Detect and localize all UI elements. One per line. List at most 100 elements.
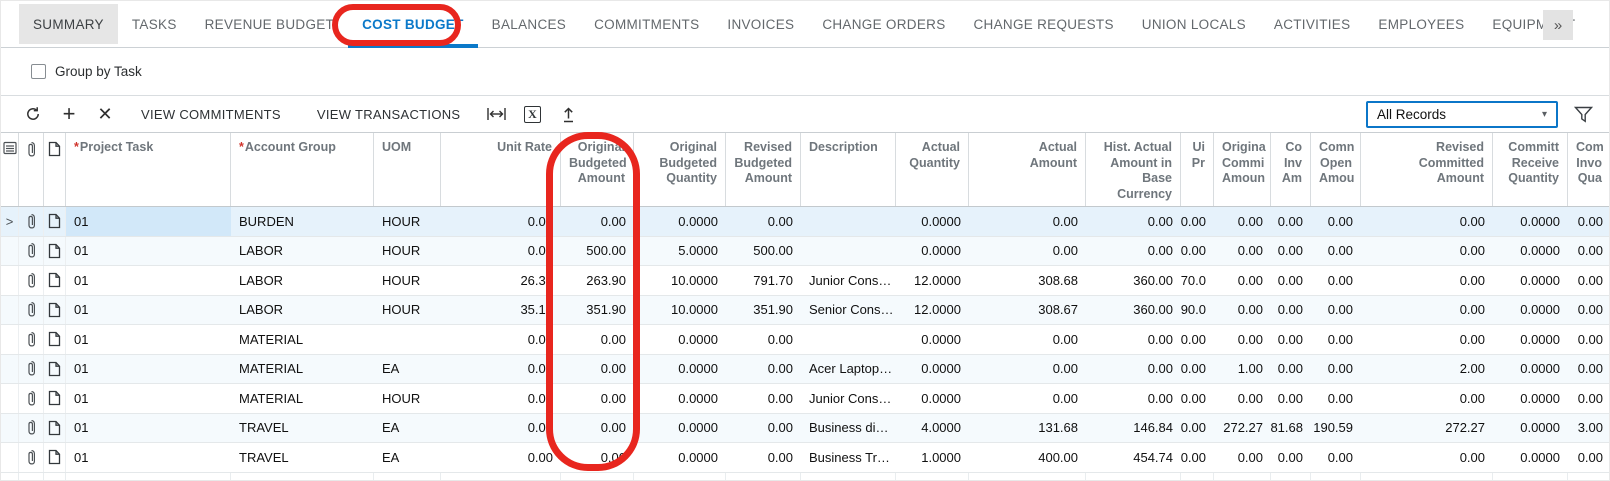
- cell-hist_actual[interactable]: 0.00: [1086, 237, 1181, 266]
- cell-comm_invoiced_amt[interactable]: 0.00: [1271, 443, 1311, 472]
- cell-rev_committed[interactable]: 0.00: [1361, 384, 1493, 413]
- cell-rev_budg_amount[interactable]: 0.00: [726, 414, 801, 443]
- cell-comm_invoiced_qty[interactable]: 0.00: [1568, 266, 1610, 295]
- cell-uom[interactable]: EA: [374, 414, 441, 443]
- cell-comm_invoiced_amt[interactable]: 0.00: [1271, 237, 1311, 266]
- cell-hist_actual[interactable]: 454.74: [1086, 443, 1181, 472]
- cell-orig_committed[interactable]: 0.00: [1214, 443, 1271, 472]
- cell-orig_budg_qty[interactable]: 0.0000: [634, 443, 726, 472]
- cell-orig_budg_amount[interactable]: 263.90: [561, 266, 634, 295]
- row-attachment-button[interactable]: [19, 443, 44, 472]
- cell-comm_invoiced_qty[interactable]: 0.00: [1568, 443, 1610, 472]
- cell-description[interactable]: Business di…: [801, 414, 896, 443]
- row-attachment-button[interactable]: [19, 414, 44, 443]
- cell-comm_invoiced_qty[interactable]: 0.00: [1568, 207, 1610, 236]
- tab-commitments[interactable]: COMMITMENTS: [580, 4, 713, 44]
- cell-orig_budg_qty[interactable]: 0.0000: [634, 414, 726, 443]
- row-selector-gutter[interactable]: [1, 325, 19, 354]
- cell-account_group[interactable]: MATERIAL: [231, 384, 374, 413]
- column-header-project_task[interactable]: *Project Task: [66, 133, 231, 206]
- cell-actual_amount[interactable]: 131.68: [969, 414, 1086, 443]
- records-filter-select[interactable]: All Records ▾: [1366, 101, 1558, 128]
- cell-orig_budg_amount[interactable]: 0.00: [561, 443, 634, 472]
- cell-comm_received_qty[interactable]: 0.0000: [1493, 384, 1568, 413]
- column-header-comm_invoiced_amt[interactable]: Co Inv Am: [1271, 133, 1311, 206]
- tab-revenue-budget[interactable]: REVENUE BUDGET: [191, 4, 348, 44]
- cell-unit_price[interactable]: 0.00: [1181, 384, 1214, 413]
- cell-rev_committed[interactable]: 2.00: [1361, 355, 1493, 384]
- cell-account_group[interactable]: MATERIAL: [231, 355, 374, 384]
- row-note-button[interactable]: [44, 355, 66, 384]
- cell-comm_received_qty[interactable]: 0.0000: [1493, 443, 1568, 472]
- cell-rev_budg_amount[interactable]: 0.00: [726, 207, 801, 236]
- cell-orig_budg_qty[interactable]: 0.0000: [634, 325, 726, 354]
- cell-unit_rate[interactable]: 0.00: [441, 237, 561, 266]
- cell-unit_rate[interactable]: 26.39: [441, 266, 561, 295]
- cell-rev_committed[interactable]: 0.00: [1361, 325, 1493, 354]
- row-selector-gutter[interactable]: [1, 443, 19, 472]
- cell-actual_qty[interactable]: 1.0000: [896, 443, 969, 472]
- cell-orig_committed[interactable]: 0.00: [1214, 266, 1271, 295]
- cell-orig_budg_amount[interactable]: 351.90: [561, 296, 634, 325]
- cell-comm_invoiced_amt[interactable]: 0.00: [1271, 266, 1311, 295]
- row-note-button[interactable]: [44, 414, 66, 443]
- cell-rev_committed[interactable]: 0.00: [1361, 266, 1493, 295]
- tab-union-locals[interactable]: UNION LOCALS: [1128, 4, 1260, 44]
- cell-orig_committed[interactable]: 272.27: [1214, 414, 1271, 443]
- cell-comm_open_amount[interactable]: 190.59: [1311, 414, 1361, 443]
- cell-actual_qty[interactable]: 12.0000: [896, 296, 969, 325]
- cell-account_group[interactable]: MATERIAL: [231, 325, 374, 354]
- cell-actual_qty[interactable]: 0.0000: [896, 207, 969, 236]
- cell-orig_budg_qty[interactable]: 10.0000: [634, 266, 726, 295]
- cell-rev_budg_amount[interactable]: 0.00: [726, 384, 801, 413]
- cell-unit_rate[interactable]: 0.00: [441, 355, 561, 384]
- column-header-description[interactable]: Description: [801, 133, 896, 206]
- column-header-hist_actual[interactable]: Hist. Actual Amount in Base Currency: [1086, 133, 1181, 206]
- cell-actual_qty[interactable]: 12.0000: [896, 266, 969, 295]
- cell-unit_rate[interactable]: 0.00: [441, 384, 561, 413]
- column-header-actual_amount[interactable]: Actual Amount: [969, 133, 1086, 206]
- cell-actual_amount[interactable]: 308.67: [969, 296, 1086, 325]
- cell-comm_invoiced_amt[interactable]: 0.00: [1271, 325, 1311, 354]
- cell-comm_received_qty[interactable]: 0.0000: [1493, 296, 1568, 325]
- cell-comm_invoiced_qty[interactable]: 3.00: [1568, 414, 1610, 443]
- cell-unit_price[interactable]: 0.00: [1181, 443, 1214, 472]
- row-note-button[interactable]: [44, 384, 66, 413]
- cell-description[interactable]: Junior Cons…: [801, 266, 896, 295]
- cell-comm_invoiced_qty[interactable]: 0.00: [1568, 355, 1610, 384]
- cell-actual_amount[interactable]: 400.00: [969, 443, 1086, 472]
- cell-rev_committed[interactable]: 0.00: [1361, 443, 1493, 472]
- row-attachment-button[interactable]: [19, 207, 44, 236]
- cell-project_task[interactable]: 01: [66, 355, 231, 384]
- cell-orig_budg_amount[interactable]: 0.00: [561, 355, 634, 384]
- cell-unit_rate[interactable]: 0.00: [441, 325, 561, 354]
- column-header-uom[interactable]: UOM: [374, 133, 441, 206]
- cell-account_group[interactable]: LABOR: [231, 296, 374, 325]
- cell-orig_budg_amount[interactable]: 0.00: [561, 325, 634, 354]
- cell-comm_received_qty[interactable]: 0.0000: [1493, 207, 1568, 236]
- cell-actual_amount[interactable]: 308.68: [969, 266, 1086, 295]
- cell-unit_price[interactable]: 0.00: [1181, 355, 1214, 384]
- column-header-orig_committed[interactable]: Origina Commi Amoun: [1214, 133, 1271, 206]
- cell-comm_invoiced_amt[interactable]: 0.00: [1271, 384, 1311, 413]
- cell-comm_invoiced_amt[interactable]: 0.00: [1271, 207, 1311, 236]
- cell-description[interactable]: Junior Cons…: [801, 384, 896, 413]
- cell-rev_budg_amount[interactable]: 791.70: [726, 266, 801, 295]
- cell-actual_amount[interactable]: 0.00: [969, 355, 1086, 384]
- cell-hist_actual[interactable]: 0.00: [1086, 325, 1181, 354]
- cell-unit_price[interactable]: 90.0: [1181, 296, 1214, 325]
- cell-rev_committed[interactable]: 0.00: [1361, 207, 1493, 236]
- column-header-account_group[interactable]: *Account Group: [231, 133, 374, 206]
- cell-comm_invoiced_qty[interactable]: 0.00: [1568, 384, 1610, 413]
- load-records-button[interactable]: [550, 99, 586, 129]
- cell-comm_open_amount[interactable]: 0.00: [1311, 296, 1361, 325]
- cell-orig_committed[interactable]: 0.00: [1214, 207, 1271, 236]
- column-header-unit_price[interactable]: Ui Pr: [1181, 133, 1214, 206]
- cell-account_group[interactable]: LABOR: [231, 266, 374, 295]
- row-attachment-button[interactable]: [19, 266, 44, 295]
- tab-cost-budget[interactable]: COST BUDGET: [348, 4, 478, 44]
- cell-uom[interactable]: HOUR: [374, 296, 441, 325]
- cell-hist_actual[interactable]: 0.00: [1086, 207, 1181, 236]
- cell-unit_price[interactable]: 0.00: [1181, 207, 1214, 236]
- cell-rev_budg_amount[interactable]: 500.00: [726, 237, 801, 266]
